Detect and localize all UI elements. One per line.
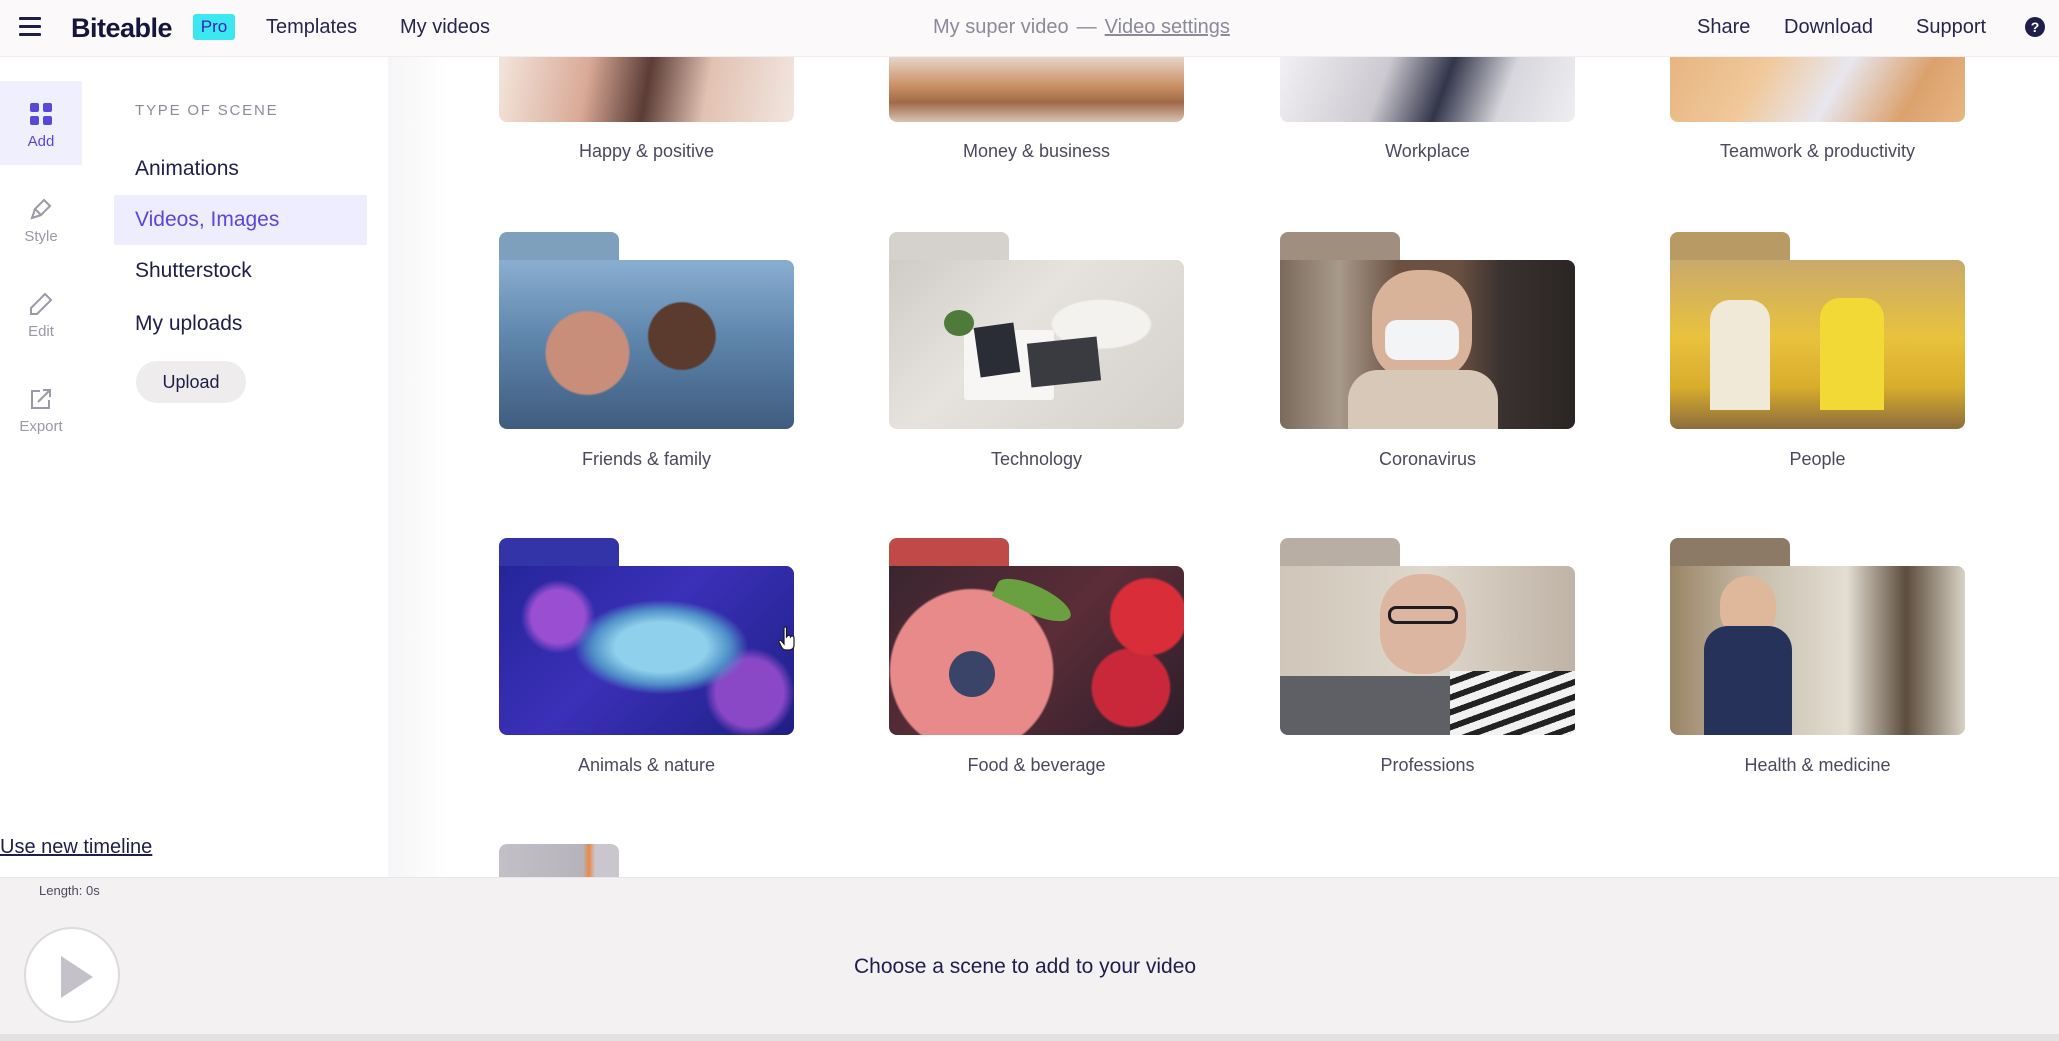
thumbnail-workplace [1280,57,1575,122]
thumbnail-technology [889,232,1184,429]
video-title-area: My super video — Video settings [933,16,1230,39]
scene-type-panel: TYPE OF SCENE Animations Videos, Images … [82,57,388,877]
thumbnail-happy-positive [499,57,794,122]
top-bar: Biteable Pro Templates My videos My supe… [0,0,2059,57]
thumbnail-partial [499,844,619,877]
rail-export-label: Export [19,418,63,435]
category-card-professions[interactable]: Professions [1280,538,1575,776]
help-icon[interactable]: ? [2025,17,2045,37]
category-card-food-beverage[interactable]: Food & beverage [889,538,1184,776]
nav-my-videos[interactable]: My videos [400,16,490,39]
bottom-strip [0,1034,2059,1041]
timeline-bar: Length: 0s Choose a scene to add to your… [0,877,2059,1041]
thumbnail-food-beverage [889,538,1184,735]
category-label: Happy & positive [578,141,715,161]
video-settings-link[interactable]: Video settings [1105,16,1230,38]
nav-templates[interactable]: Templates [266,16,357,39]
brush-icon [30,198,52,220]
rail-style[interactable]: Style [0,176,82,260]
grid-icon [30,103,52,125]
left-rail: Add Style Edit Export [0,57,82,877]
thumbnail-money-business [889,57,1184,122]
pencil-icon [30,292,53,315]
rail-edit-label: Edit [28,323,54,340]
rail-add[interactable]: Add [0,81,82,165]
thumbnail-teamwork-productivity [1670,57,1965,122]
title-separator: — [1076,16,1097,38]
play-button[interactable] [24,927,120,1023]
panel-item-shutterstock[interactable]: Shutterstock [114,246,367,296]
rail-add-label: Add [27,133,55,150]
share-button[interactable]: Share [1697,16,1750,39]
thumbnail-people [1670,232,1965,429]
play-icon [61,956,93,998]
thumbnail-professions [1280,538,1575,735]
category-label: Health & medicine [1744,755,1891,775]
pro-badge: Pro [193,14,235,40]
category-label: People [1789,449,1846,469]
video-title: My super video [933,16,1069,38]
category-card-animals-nature[interactable]: Animals & nature [499,538,794,776]
scene-category-grid: Happy & positive Money & business Workpl… [388,57,2059,877]
video-length-label: Length: 0s [39,883,100,898]
category-card-partial[interactable] [499,844,794,877]
category-card-health-medicine[interactable]: Health & medicine [1670,538,1965,776]
rail-style-label: Style [24,228,58,245]
category-label: Teamwork & productivity [1719,141,1916,161]
hand-cursor-icon [778,626,795,651]
thumbnail-health-medicine [1670,538,1965,735]
upload-button[interactable]: Upload [136,361,246,403]
download-button[interactable]: Download [1784,16,1873,39]
rail-export[interactable]: Export [0,366,82,450]
thumbnail-friends-family [499,232,794,429]
category-label: Coronavirus [1378,449,1477,469]
category-label: Money & business [962,141,1111,161]
category-label: Workplace [1385,141,1470,161]
thumbnail-animals-nature [499,538,794,735]
panel-item-animations[interactable]: Animations [114,144,367,194]
category-label: Friends & family [581,449,712,469]
use-new-timeline-link[interactable]: Use new timeline [0,836,152,859]
category-card-technology[interactable]: Technology [889,232,1184,470]
support-button[interactable]: Support [1916,16,1986,39]
category-label: Food & beverage [967,755,1106,775]
hamburger-menu-icon[interactable] [19,17,41,37]
panel-heading: TYPE OF SCENE [135,102,279,119]
thumbnail-coronavirus [1280,232,1575,429]
rail-edit[interactable]: Edit [0,271,82,355]
empty-timeline-prompt: Choose a scene to add to your video [854,955,1197,978]
category-label: Professions [1380,755,1475,775]
category-card-coronavirus[interactable]: Coronavirus [1280,232,1575,470]
category-card-friends-family[interactable]: Friends & family [499,232,794,470]
category-label: Technology [990,449,1083,469]
app-logo[interactable]: Biteable [71,13,173,44]
category-label: Animals & nature [577,755,716,775]
panel-item-videos-images[interactable]: Videos, Images [114,195,367,245]
category-card-people[interactable]: People [1670,232,1965,470]
export-icon [31,389,51,409]
panel-item-my-uploads[interactable]: My uploads [114,299,367,349]
